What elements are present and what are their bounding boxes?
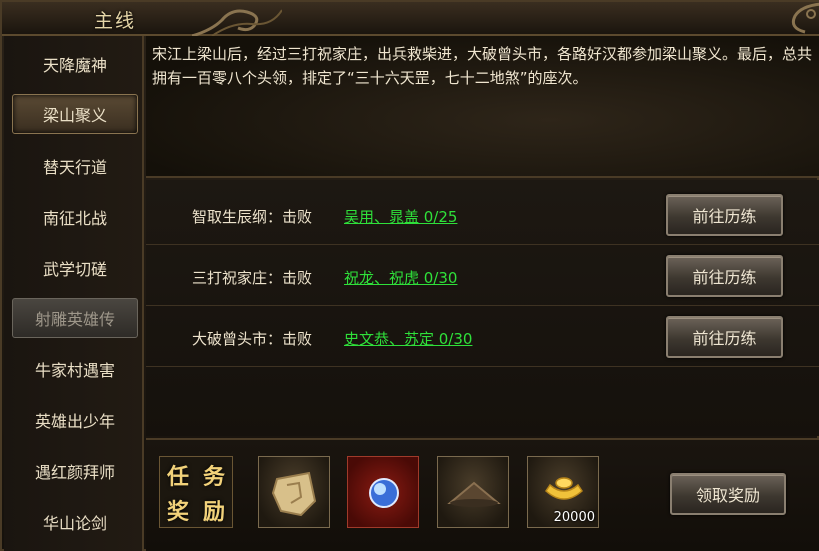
blue-orb-icon: [369, 478, 399, 508]
story-panel: 宋江上梁山后，经过三打祝家庄，出兵救柴进，大破曾头市，各路好汉都参加梁山聚义。最…: [146, 36, 819, 178]
quest-label: 大破曾头市：击败: [192, 330, 313, 348]
sidebar-item-label: 梁山聚义: [42, 106, 107, 125]
story-text: 宋江上梁山后，经过三打祝家庄，出兵救柴进，大破曾头市，各路好汉都参加梁山聚义。最…: [152, 45, 813, 87]
sidebar-item-label: 替天行道: [42, 158, 107, 177]
quest-target-link[interactable]: 吴用、晁盖 0/25: [344, 206, 457, 227]
quest-label: 智取生辰纲：击败: [192, 208, 313, 226]
window-title: 主线: [94, 10, 137, 32]
quest-window: 主线 天降魔神 梁山聚义 替天行道 南征北战 武学切磋 射雕英雄传 牛家村遇害 …: [0, 0, 819, 551]
sidebar-item-label: 武学切磋: [42, 260, 107, 279]
sidebar-item-huashanlunjian[interactable]: 华山论剑: [12, 502, 138, 542]
sidebar-item-label: 南征北战: [42, 209, 107, 228]
badge-char: 奖: [166, 499, 189, 525]
quest-list: 智取生辰纲：击败 吴用、晁盖 0/25 前往历练 三打祝家庄：击败 祝龙、祝虎 …: [146, 180, 819, 436]
sidebar-item-liangshanjuyi[interactable]: 梁山聚义: [12, 94, 138, 134]
chapter-sidebar: 天降魔神 梁山聚义 替天行道 南征北战 武学切磋 射雕英雄传 牛家村遇害 英雄出…: [4, 36, 144, 551]
go-train-button[interactable]: 前往历练: [666, 194, 783, 236]
quest-label: 三打祝家庄：击败: [192, 269, 313, 287]
item-count: 20000: [553, 510, 595, 525]
go-train-button[interactable]: 前往历练: [666, 316, 783, 358]
sidebar-item-niujiacunyuhai[interactable]: 牛家村遇害: [12, 349, 138, 389]
sidebar-item-nanzhengbeizhan[interactable]: 南征北战: [12, 197, 138, 237]
sidebar-item-wuxueqiecuo[interactable]: 武学切磋: [12, 248, 138, 288]
claim-reward-button[interactable]: 领取奖励: [670, 473, 786, 515]
sidebar-item-label: 遇红颜拜师: [34, 463, 115, 482]
badge-char: 务: [202, 464, 225, 490]
reward-slot[interactable]: [347, 456, 419, 528]
sidebar-section-shediaoyingxiongzhuan[interactable]: 射雕英雄传: [12, 298, 138, 338]
sidebar-item-label: 英雄出少年: [34, 412, 115, 431]
badge-char: 任: [166, 464, 189, 490]
sidebar-item-label: 华山论剑: [42, 514, 107, 533]
reward-panel: 任 务 奖 励 20000 领取奖励: [146, 438, 819, 551]
quest-row: 三打祝家庄：击败 祝龙、祝虎 0/30 前往历练: [146, 245, 819, 306]
reward-slot[interactable]: 20000: [527, 456, 599, 528]
quest-target-link[interactable]: 史文恭、苏定 0/30: [344, 328, 472, 349]
sidebar-item-yuhongyanbaishi[interactable]: 遇红颜拜师: [12, 451, 138, 491]
sidebar-item-label: 牛家村遇害: [34, 361, 115, 380]
reward-slot[interactable]: [437, 456, 509, 528]
quest-target-link[interactable]: 祝龙、祝虎 0/30: [344, 267, 457, 288]
corner-ornament-icon: [791, 2, 819, 34]
sidebar-item-tianjiangmoshen[interactable]: 天降魔神: [12, 44, 138, 84]
straw-hat-icon: [447, 481, 501, 507]
sidebar-item-titianxingdao[interactable]: 替天行道: [12, 146, 138, 186]
go-train-button[interactable]: 前往历练: [666, 255, 783, 297]
sidebar-section-label: 射雕英雄传: [34, 310, 115, 329]
quest-row: 大破曾头市：击败 史文恭、苏定 0/30 前往历练: [146, 306, 819, 367]
sidebar-item-label: 天降魔神: [42, 56, 107, 75]
quest-row: 智取生辰纲：击败 吴用、晁盖 0/25 前往历练: [146, 184, 819, 245]
sidebar-item-yingxiongchushaonian[interactable]: 英雄出少年: [12, 400, 138, 440]
badge-char: 励: [202, 499, 225, 525]
task-reward-badge: 任 务 奖 励: [159, 456, 233, 528]
reward-slot[interactable]: [258, 456, 330, 528]
title-bar: 主线: [2, 2, 819, 36]
map-scroll-icon: [271, 471, 317, 517]
cloud-ornament-icon: [192, 9, 282, 36]
